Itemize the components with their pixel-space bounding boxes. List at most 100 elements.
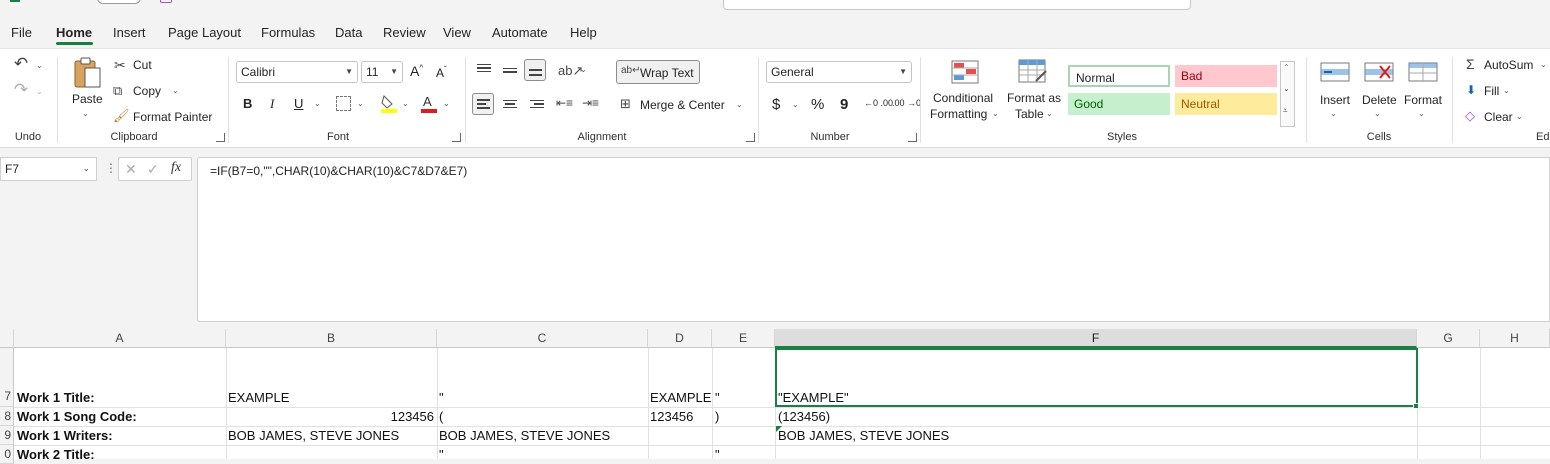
decrease-indent-icon[interactable]: ⇤≡ bbox=[556, 96, 573, 110]
style-bad[interactable]: Bad bbox=[1175, 65, 1277, 87]
row-header-8[interactable]: 8 bbox=[0, 407, 14, 426]
copy-button[interactable]: Copy bbox=[133, 84, 161, 98]
column-header-e[interactable]: E bbox=[712, 329, 775, 348]
merge-dropdown-icon[interactable]: ⌄ bbox=[736, 100, 743, 109]
copilot-icon[interactable] bbox=[160, 0, 172, 3]
style-neutral[interactable]: Neutral bbox=[1175, 93, 1277, 115]
undo-icon[interactable]: ↶ bbox=[10, 54, 32, 73]
fill-dropdown-icon[interactable]: ⌄ bbox=[402, 99, 409, 108]
conditional-formatting-label1[interactable]: Conditional bbox=[933, 91, 993, 105]
decrease-decimal-button[interactable]: .00 →0 bbox=[892, 98, 921, 108]
currency-button[interactable]: $ bbox=[772, 96, 780, 113]
underline-button[interactable]: U bbox=[294, 96, 303, 111]
style-good[interactable]: Good bbox=[1068, 93, 1170, 115]
column-header-g[interactable]: G bbox=[1417, 329, 1480, 348]
delete-dropdown-icon[interactable]: ⌄ bbox=[1374, 109, 1381, 118]
clear-dropdown-icon[interactable]: ⌄ bbox=[1516, 112, 1523, 121]
cell-a8[interactable]: Work 1 Song Code: bbox=[17, 409, 137, 424]
row-header-9[interactable]: 9 bbox=[0, 426, 14, 445]
font-color-icon[interactable]: A bbox=[420, 93, 438, 113]
currency-dropdown-icon[interactable]: ⌄ bbox=[792, 100, 799, 109]
borders-icon[interactable] bbox=[336, 96, 351, 111]
align-left-button[interactable] bbox=[472, 93, 494, 115]
underline-dropdown-icon[interactable]: ⌄ bbox=[314, 99, 321, 108]
format-as-table-label1[interactable]: Format as bbox=[1007, 91, 1061, 105]
merge-center-button[interactable]: Merge & Center bbox=[640, 98, 725, 112]
align-center-icon[interactable] bbox=[502, 97, 518, 111]
fill-dropdown-icon[interactable]: ⌄ bbox=[1503, 86, 1510, 95]
wrap-text-button[interactable]: ab↵ Wrap Text bbox=[616, 60, 700, 84]
format-dropdown-icon[interactable]: ⌄ bbox=[1418, 109, 1425, 118]
cell-c9[interactable]: BOB JAMES, STEVE JONES bbox=[439, 428, 610, 443]
fill-handle[interactable] bbox=[1413, 403, 1419, 409]
cell-f8[interactable]: (123456) bbox=[778, 409, 830, 424]
number-launcher-icon[interactable] bbox=[908, 133, 917, 142]
merge-center-icon[interactable]: ⊞ bbox=[620, 96, 631, 112]
cell-e8[interactable]: ) bbox=[715, 409, 719, 424]
fill-color-icon[interactable] bbox=[380, 93, 398, 113]
number-format-select[interactable]: General ▼ bbox=[766, 61, 912, 83]
paste-label[interactable]: Paste bbox=[72, 92, 103, 106]
conditional-formatting-icon[interactable] bbox=[950, 59, 980, 85]
tab-file[interactable]: File bbox=[11, 25, 32, 40]
font-family-select[interactable]: Calibri ▼ bbox=[236, 61, 358, 83]
format-painter-button[interactable]: Format Painter bbox=[133, 110, 212, 124]
error-indicator-icon[interactable] bbox=[776, 426, 782, 432]
tab-insert[interactable]: Insert bbox=[113, 25, 146, 40]
tab-home[interactable]: Home bbox=[56, 25, 92, 40]
cell-b9[interactable]: BOB JAMES, STEVE JONES bbox=[228, 428, 399, 443]
format-cells-icon[interactable] bbox=[1408, 59, 1438, 85]
row-header-10[interactable]: 0 bbox=[0, 445, 14, 464]
cell-a7[interactable]: Work 1 Title: bbox=[17, 390, 95, 405]
clear-icon[interactable]: ◇ bbox=[1465, 108, 1475, 124]
cell-c10[interactable]: " bbox=[439, 447, 444, 462]
insert-button[interactable]: Insert bbox=[1320, 93, 1350, 107]
cell-b8[interactable]: 123456 bbox=[228, 409, 434, 424]
font-color-dropdown-icon[interactable]: ⌄ bbox=[443, 99, 450, 108]
increase-decimal-button[interactable]: ←0 .00 bbox=[864, 98, 893, 108]
align-right-icon[interactable] bbox=[528, 97, 544, 111]
enter-icon[interactable]: ✓ bbox=[147, 161, 159, 178]
column-header-d[interactable]: D bbox=[648, 329, 712, 348]
increase-indent-icon[interactable]: ⇥≡ bbox=[582, 96, 599, 110]
increase-font-icon[interactable]: A^ bbox=[410, 63, 423, 79]
column-header-a[interactable]: A bbox=[14, 329, 226, 348]
column-header-c[interactable]: C bbox=[437, 329, 648, 348]
clear-button[interactable]: Clear bbox=[1484, 110, 1513, 124]
cut-icon[interactable]: ✂ bbox=[114, 57, 126, 74]
fill-button[interactable]: Fill bbox=[1484, 84, 1499, 98]
font-launcher-icon[interactable] bbox=[452, 133, 461, 142]
tab-view[interactable]: View bbox=[443, 25, 471, 40]
delete-cells-icon[interactable] bbox=[1364, 59, 1394, 85]
cell-d8[interactable]: 123456 bbox=[650, 409, 693, 424]
column-header-h[interactable]: H bbox=[1480, 329, 1550, 348]
tab-page-layout[interactable]: Page Layout bbox=[168, 25, 241, 40]
name-box[interactable]: F7 ⌄ bbox=[0, 157, 97, 181]
tab-review[interactable]: Review bbox=[383, 25, 426, 40]
copy-dropdown-icon[interactable]: ⌄ bbox=[172, 86, 179, 95]
formula-input[interactable]: =IF(B7=0,"",CHAR(10)&CHAR(10)&C7&D7&E7) bbox=[197, 157, 1550, 322]
autosave-toggle[interactable] bbox=[97, 0, 141, 4]
autosum-button[interactable]: AutoSum bbox=[1484, 58, 1533, 72]
cut-button[interactable]: Cut bbox=[133, 58, 152, 72]
cell-f9[interactable]: BOB JAMES, STEVE JONES bbox=[778, 428, 949, 443]
cell-e7[interactable]: " bbox=[715, 390, 720, 405]
format-painter-icon[interactable]: 🖌 bbox=[113, 108, 130, 124]
conditional-formatting-dropdown-icon[interactable]: ⌄ bbox=[992, 109, 999, 118]
align-middle-icon[interactable] bbox=[502, 63, 518, 77]
format-as-table-label2[interactable]: Table bbox=[1015, 107, 1044, 121]
tab-data[interactable]: Data bbox=[335, 25, 362, 40]
fill-icon[interactable]: ⬇ bbox=[1466, 83, 1476, 97]
column-header-b[interactable]: B bbox=[226, 329, 437, 348]
cell-e10[interactable]: " bbox=[715, 447, 720, 462]
alignment-launcher-icon[interactable] bbox=[746, 133, 755, 142]
borders-dropdown-icon[interactable]: ⌄ bbox=[357, 99, 364, 108]
cell-a10[interactable]: Work 2 Title: bbox=[17, 447, 95, 462]
align-bottom-button[interactable] bbox=[524, 59, 546, 81]
spreadsheet-grid[interactable]: A B C D E F G H 7 8 9 0 Work 1 Title: EX… bbox=[0, 329, 1550, 464]
cell-d7[interactable]: EXAMPLE bbox=[650, 390, 711, 405]
insert-dropdown-icon[interactable]: ⌄ bbox=[1330, 109, 1337, 118]
clipboard-launcher-icon[interactable] bbox=[216, 133, 225, 142]
format-as-table-dropdown-icon[interactable]: ⌄ bbox=[1046, 109, 1053, 118]
comma-style-button[interactable]: 9 bbox=[840, 96, 848, 113]
